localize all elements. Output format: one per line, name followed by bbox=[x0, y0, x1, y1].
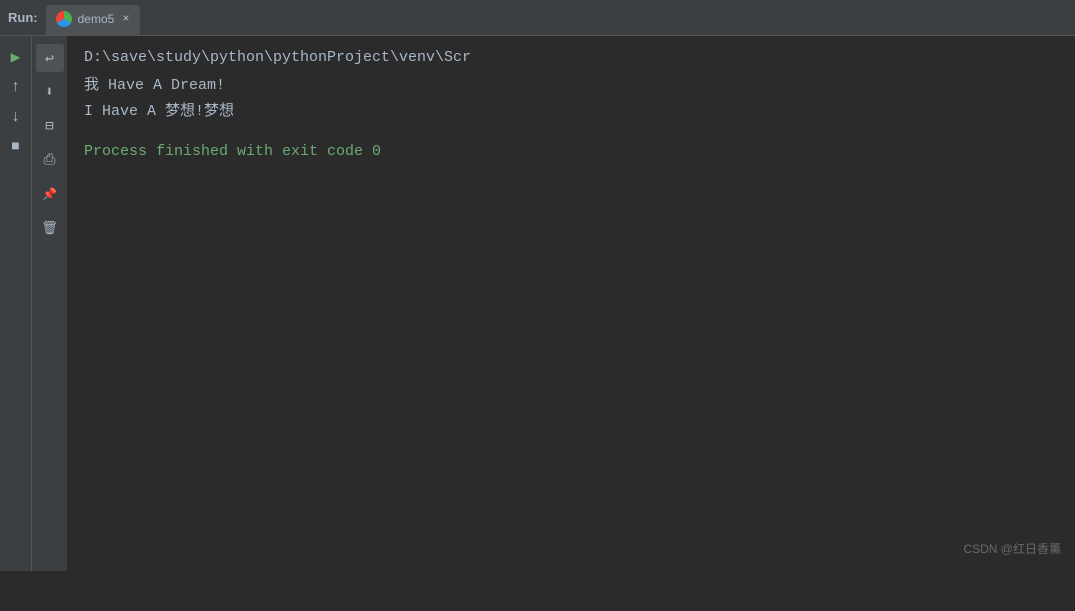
console-line-process: Process finished with exit code 0 bbox=[84, 140, 1059, 164]
print-button[interactable] bbox=[36, 146, 64, 174]
play-icon bbox=[11, 47, 21, 67]
console-line-1: 我 Have A Dream! bbox=[84, 74, 1059, 98]
trash-icon bbox=[41, 219, 58, 237]
watermark: CSDN @红日香薰 bbox=[963, 540, 1061, 557]
console-line-2: I Have A 梦想!梦想 bbox=[84, 100, 1059, 124]
layers-icon bbox=[45, 117, 53, 135]
stop-button[interactable] bbox=[3, 134, 29, 160]
import-button[interactable] bbox=[36, 78, 64, 106]
trash-button[interactable] bbox=[36, 214, 64, 242]
wrap-icon bbox=[45, 49, 54, 68]
import-icon bbox=[45, 83, 53, 101]
run-button[interactable] bbox=[3, 44, 29, 70]
tab-name: demo5 bbox=[78, 12, 115, 26]
stop-icon bbox=[11, 139, 19, 155]
console-line-path: D:\save\study\python\pythonProject\venv\… bbox=[84, 46, 1059, 70]
python-icon bbox=[56, 11, 72, 27]
up-icon bbox=[11, 78, 21, 96]
pin-icon bbox=[42, 185, 57, 203]
scroll-down-button[interactable] bbox=[3, 104, 29, 130]
console-area: D:\save\study\python\pythonProject\venv\… bbox=[68, 36, 1075, 571]
tab-close-button[interactable]: × bbox=[122, 12, 129, 26]
demo5-tab[interactable]: demo5 × bbox=[46, 5, 140, 35]
second-toolbar bbox=[32, 36, 68, 571]
tab-bar: Run: demo5 × bbox=[0, 0, 1075, 36]
print-icon bbox=[43, 151, 55, 169]
scroll-up-button[interactable] bbox=[3, 74, 29, 100]
left-toolbar bbox=[0, 36, 32, 571]
run-label: Run: bbox=[0, 0, 46, 35]
main-area: D:\save\study\python\pythonProject\venv\… bbox=[0, 36, 1075, 571]
wrap-button[interactable] bbox=[36, 44, 64, 72]
layers-button[interactable] bbox=[36, 112, 64, 140]
pin-button[interactable] bbox=[36, 180, 64, 208]
down-icon bbox=[11, 108, 21, 126]
